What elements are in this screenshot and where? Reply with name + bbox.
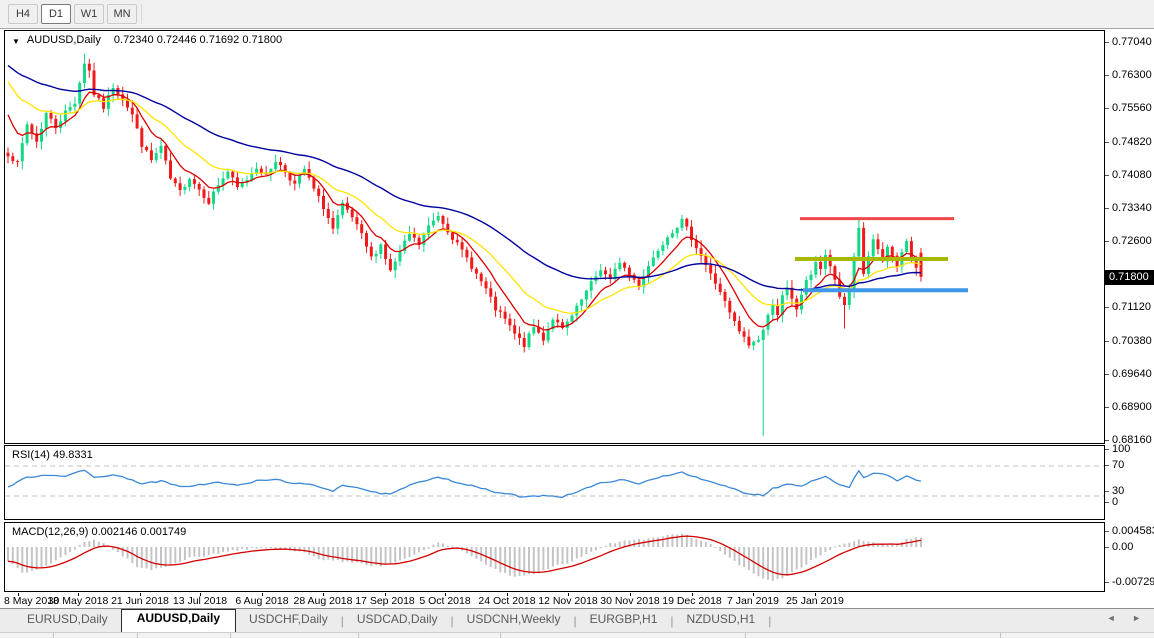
chart-tab-usdchf-daily[interactable]: USDCHF,Daily xyxy=(236,612,341,632)
date-tick-label: 21 Jun 2018 xyxy=(111,595,169,607)
chart-tab-usdcad-daily[interactable]: USDCAD,Daily xyxy=(344,612,451,632)
price-tick-label: 0.74080 xyxy=(1112,169,1152,181)
date-axis: 8 May 201830 May 201821 Jun 201813 Jul 2… xyxy=(4,593,1105,608)
price-tick xyxy=(1105,341,1109,342)
tab-scroll-right-icon[interactable]: ► xyxy=(1125,613,1148,623)
chart-symbol-label: AUDUSD,Daily xyxy=(27,34,101,46)
date-tick-label: 28 Aug 2018 xyxy=(294,595,353,607)
date-tick-label: 25 Jan 2019 xyxy=(786,595,844,607)
price-tick-label: 0.72600 xyxy=(1112,235,1152,247)
date-tick-label: 12 Nov 2018 xyxy=(538,595,598,607)
status-separator xyxy=(745,633,746,638)
price-tick-label: 0.69640 xyxy=(1112,368,1152,380)
price-tick xyxy=(1105,307,1109,308)
macd-label: MACD(12,26,9) 0.002146 0.001749 xyxy=(12,526,186,538)
price-tick xyxy=(1105,175,1109,176)
macd-axis-tick xyxy=(1105,547,1109,548)
timeframe-button-d1[interactable]: D1 xyxy=(41,4,71,24)
status-separator xyxy=(1000,633,1001,638)
rsi-axis-tick xyxy=(1105,491,1109,492)
rsi-pane: RSI(14) 49.8331 xyxy=(4,445,1105,520)
date-tick-label: 5 Oct 2018 xyxy=(419,595,470,607)
date-tick-label: 13 Jul 2018 xyxy=(173,595,227,607)
macd-axis-label: -0.007292 xyxy=(1112,576,1154,588)
tab-separator: | xyxy=(768,614,771,632)
price-tick-label: 0.77040 xyxy=(1112,36,1152,48)
main-chart-pane: ▼ AUDUSD,Daily 0.72340 0.72446 0.71692 0… xyxy=(4,30,1105,444)
price-tick xyxy=(1105,241,1109,242)
rsi-axis-tick xyxy=(1105,465,1109,466)
macd-signal-line xyxy=(8,536,921,575)
rsi-line xyxy=(8,470,921,497)
ma-slow-line xyxy=(8,65,921,290)
ma-fast-line xyxy=(8,92,921,330)
current-price-badge: 0.71800 xyxy=(1105,270,1154,285)
rsi-label: RSI(14) 49.8331 xyxy=(12,449,93,461)
chart-tab-audusd-daily[interactable]: AUDUSD,Daily xyxy=(121,609,236,632)
macd-axis-tick xyxy=(1105,582,1109,583)
price-tick xyxy=(1105,440,1109,441)
price-tick xyxy=(1105,75,1109,76)
chart-tab-eurgbp-h1[interactable]: EURGBP,H1 xyxy=(577,612,671,632)
macd-axis-label: 0.00 xyxy=(1112,541,1133,553)
price-tick xyxy=(1105,142,1109,143)
timeframe-toolbar: H4D1W1MN xyxy=(0,0,1154,29)
timeframe-button-h4[interactable]: H4 xyxy=(8,4,38,24)
price-tick-label: 0.73340 xyxy=(1112,202,1152,214)
chart-tab-nzdusd-h1[interactable]: NZDUSD,H1 xyxy=(674,612,769,632)
price-tick-label: 0.76300 xyxy=(1112,69,1152,81)
price-tick-label: 0.70380 xyxy=(1112,335,1152,347)
timeframe-button-w1[interactable]: W1 xyxy=(74,4,104,24)
status-separator xyxy=(500,633,501,638)
price-tick-label: 0.71120 xyxy=(1112,301,1151,313)
rsi-axis-tick xyxy=(1105,502,1109,503)
main-chart-canvas[interactable] xyxy=(5,31,1104,443)
price-tick xyxy=(1105,42,1109,43)
chart-tab-eurusd-daily[interactable]: EURUSD,Daily xyxy=(14,612,121,632)
rsi-axis-label: 70 xyxy=(1112,459,1124,471)
status-separator xyxy=(53,633,54,638)
toolbar-divider xyxy=(141,4,142,24)
price-tick-label: 0.75560 xyxy=(1112,102,1152,114)
macd-axis-tick xyxy=(1105,531,1109,532)
chart-ohlc-values: 0.72340 0.72446 0.71692 0.71800 xyxy=(114,34,282,46)
price-tick-label: 0.74820 xyxy=(1112,136,1152,148)
rsi-axis-label: 100 xyxy=(1112,443,1130,455)
macd-pane: MACD(12,26,9) 0.002146 0.001749 xyxy=(4,522,1105,592)
tab-scroll-left-icon[interactable]: ◄ xyxy=(1100,613,1123,623)
timeframe-button-mn[interactable]: MN xyxy=(107,4,137,24)
status-separator xyxy=(137,633,138,638)
chart-symbol-title: ▼ AUDUSD,Daily 0.72340 0.72446 0.71692 0… xyxy=(12,34,282,46)
macd-axis-label: 0.004583 xyxy=(1112,525,1154,537)
chart-tab-bar: EURUSD,DailyAUDUSD,DailyUSDCHF,Daily | USD… xyxy=(0,608,1154,632)
price-tick-label: 0.68900 xyxy=(1112,401,1152,413)
status-separator xyxy=(358,633,359,638)
date-tick-label: 6 Aug 2018 xyxy=(235,595,288,607)
dropdown-icon[interactable]: ▼ xyxy=(12,37,20,46)
ma-medium-line xyxy=(8,81,921,313)
rsi-axis-label: 0 xyxy=(1112,496,1118,508)
chart-tab-usdcnh-weekly[interactable]: USDCNH,Weekly xyxy=(454,612,574,632)
date-tick-label: 30 Nov 2018 xyxy=(600,595,660,607)
status-separator xyxy=(230,633,231,638)
price-tick xyxy=(1105,208,1109,209)
date-tick-label: 17 Sep 2018 xyxy=(355,595,415,607)
status-strip xyxy=(0,632,1154,638)
price-tick xyxy=(1105,374,1109,375)
date-tick-label: 7 Jan 2019 xyxy=(727,595,779,607)
rsi-canvas[interactable] xyxy=(5,446,1104,519)
tab-scroll-arrows: ◄ ► xyxy=(1100,613,1148,623)
rsi-axis-tick xyxy=(1105,449,1109,450)
price-tick xyxy=(1105,108,1109,109)
date-tick-label: 30 May 2018 xyxy=(48,595,109,607)
date-tick-label: 19 Dec 2018 xyxy=(662,595,722,607)
date-tick-label: 24 Oct 2018 xyxy=(478,595,535,607)
price-tick xyxy=(1105,407,1109,408)
